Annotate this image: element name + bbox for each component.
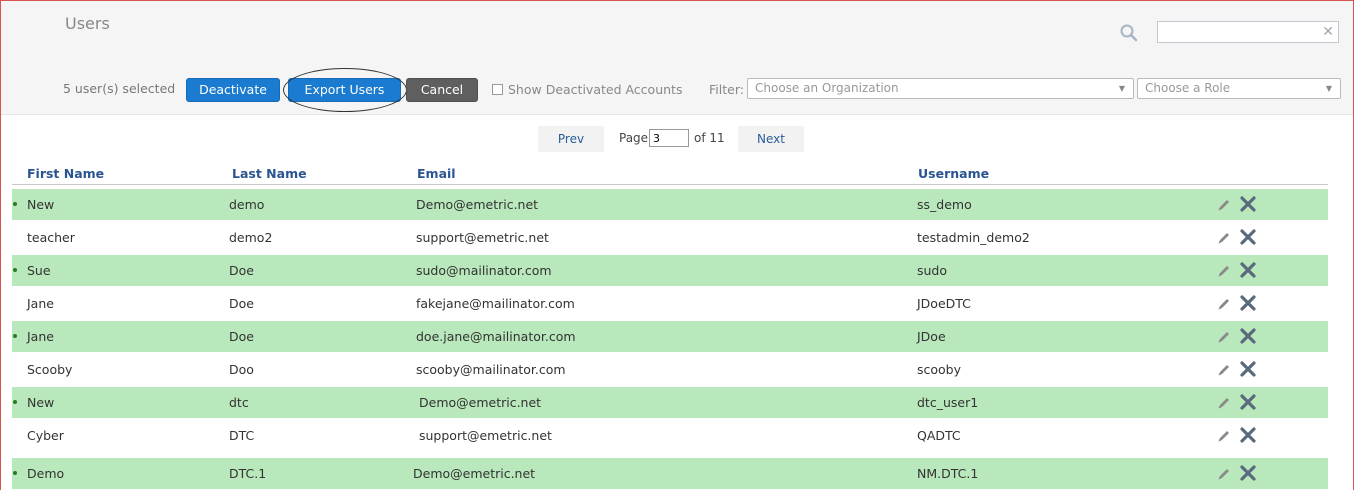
organization-select[interactable]: Choose an Organization ▼ [747, 78, 1134, 99]
cell-last-name: dtc [229, 395, 249, 410]
cell-first-name: New [27, 395, 55, 410]
cell-username: JDoeDTC [917, 296, 971, 311]
x-icon[interactable] [1239, 464, 1257, 482]
cell-username: testadmin_demo2 [917, 230, 1030, 245]
cell-first-name: New [27, 197, 55, 212]
cell-username: ss_demo [917, 197, 972, 212]
organization-select-value: Choose an Organization [755, 81, 899, 95]
selection-toolbar: 5 user(s) selected Deactivate Export Use… [1, 66, 1353, 115]
pencil-icon[interactable] [1216, 230, 1232, 246]
table-row[interactable]: Demo DTC.1 Demo@emetric.net NM.DTC.1 [12, 458, 1328, 489]
cell-first-name: teacher [27, 230, 75, 245]
export-users-button[interactable]: Export Users [288, 78, 401, 102]
cell-username: sudo [917, 263, 948, 278]
pencil-icon[interactable] [1216, 197, 1232, 213]
table-row[interactable]: Cyber DTC support@emetric.net QADTC [12, 420, 1328, 451]
cell-last-name: Doe [229, 329, 254, 344]
x-icon[interactable] [1239, 426, 1257, 444]
cell-email: Demo@emetric.net [416, 197, 539, 212]
chevron-down-icon: ▼ [1325, 84, 1332, 93]
pencil-icon[interactable] [1216, 263, 1232, 279]
column-header-first-name[interactable]: First Name [27, 166, 104, 181]
cell-email: sudo@mailinator.com [416, 263, 552, 278]
table-row[interactable]: Jane Doe fakejane@mailinator.com JDoeDTC [12, 288, 1328, 319]
prev-page-button[interactable]: Prev [538, 126, 604, 152]
cell-last-name: demo [229, 197, 265, 212]
table-row[interactable]: Jane Doe doe.jane@mailinator.com JDoe [12, 321, 1328, 352]
column-header-last-name[interactable]: Last Name [232, 166, 307, 181]
x-icon[interactable] [1239, 327, 1257, 345]
column-header-username[interactable]: Username [918, 166, 989, 181]
show-deactivated-label: Show Deactivated Accounts [508, 82, 683, 97]
next-page-button[interactable]: Next [738, 126, 804, 152]
cell-email: Demo@emetric.net [419, 395, 542, 410]
search-input[interactable]: ✕ [1157, 21, 1339, 43]
cell-username: NM.DTC.1 [917, 466, 979, 481]
selected-marker [13, 334, 17, 338]
selected-marker [13, 268, 17, 272]
chevron-down-icon: ▼ [1118, 84, 1125, 93]
x-icon[interactable] [1239, 195, 1257, 213]
pencil-icon[interactable] [1216, 466, 1232, 482]
page-title: Users [65, 14, 110, 33]
selected-marker [13, 202, 17, 206]
cell-last-name: DTC.1 [229, 466, 267, 481]
table-row[interactable]: New demo Demo@emetric.net ss_demo [12, 189, 1328, 220]
table-row[interactable]: teacher demo2 support@emetric.net testadmin… [12, 222, 1328, 253]
deactivate-button[interactable]: Deactivate [186, 78, 280, 102]
cell-first-name: Cyber [27, 428, 64, 443]
cancel-button[interactable]: Cancel [406, 78, 478, 102]
close-icon[interactable]: ✕ [1322, 23, 1334, 41]
column-header-email[interactable]: Email [417, 166, 456, 181]
cell-first-name: Scooby [27, 362, 73, 377]
page-total: of 11 [694, 131, 725, 145]
page-number-input[interactable] [649, 129, 689, 147]
selected-marker [13, 471, 17, 475]
cell-first-name: Sue [27, 263, 51, 278]
cell-username: JDoe [917, 329, 946, 344]
cell-username: dtc_user1 [917, 395, 979, 410]
page-label: Page [619, 131, 649, 145]
show-deactivated-toggle[interactable]: Show Deactivated Accounts [492, 82, 682, 97]
cell-first-name: Jane [27, 296, 54, 311]
cell-last-name: Doe [229, 263, 254, 278]
role-select[interactable]: Choose a Role ▼ [1137, 78, 1341, 99]
cell-last-name: DTC [229, 428, 255, 443]
pencil-icon[interactable] [1216, 296, 1232, 312]
table-row[interactable]: New dtc Demo@emetric.net dtc_user1 [12, 387, 1328, 418]
cell-username: QADTC [917, 428, 961, 443]
cell-last-name: Doe [229, 296, 254, 311]
table-row[interactable]: Sue Doe sudo@mailinator.com sudo [12, 255, 1328, 286]
pencil-icon[interactable] [1216, 329, 1232, 345]
x-icon[interactable] [1239, 228, 1257, 246]
table-header: First Name Last Name Email Username [12, 162, 1328, 185]
cell-last-name: Doo [229, 362, 254, 377]
page-header: Users ✕ [1, 1, 1353, 67]
cell-email: Demo@emetric.net [413, 466, 536, 481]
x-icon[interactable] [1239, 360, 1257, 378]
pencil-icon[interactable] [1216, 428, 1232, 444]
selected-count: 5 user(s) selected [63, 81, 176, 96]
role-select-value: Choose a Role [1145, 81, 1231, 95]
cell-email: doe.jane@mailinator.com [416, 329, 576, 344]
cell-first-name: Jane [27, 329, 54, 344]
search-icon[interactable] [1119, 23, 1139, 43]
selected-marker [13, 400, 17, 404]
cell-email: fakejane@mailinator.com [416, 296, 575, 311]
x-icon[interactable] [1239, 294, 1257, 312]
cell-email: scooby@mailinator.com [416, 362, 566, 377]
pencil-icon[interactable] [1216, 395, 1232, 411]
x-icon[interactable] [1239, 261, 1257, 279]
x-icon[interactable] [1239, 393, 1257, 411]
cell-first-name: Demo [27, 466, 65, 481]
cell-email: support@emetric.net [416, 230, 549, 245]
filter-label: Filter: [709, 82, 744, 97]
cell-username: scooby [917, 362, 962, 377]
show-deactivated-checkbox[interactable] [492, 84, 503, 95]
cell-last-name: demo2 [229, 230, 273, 245]
cell-email: support@emetric.net [419, 428, 552, 443]
pencil-icon[interactable] [1216, 362, 1232, 378]
table-row[interactable]: Scooby Doo scooby@mailinator.com scooby [12, 354, 1328, 385]
